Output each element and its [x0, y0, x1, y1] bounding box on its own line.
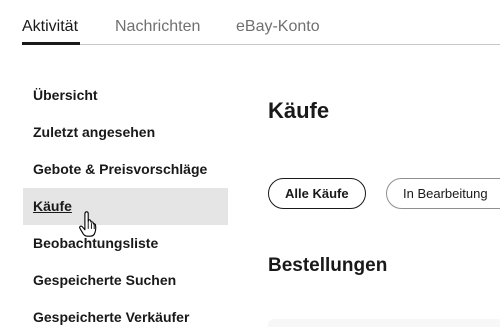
sidebar-item-label: Gespeicherte Suchen [33, 272, 177, 288]
sidebar-item-label: Übersicht [33, 87, 98, 103]
sidebar-item-zuletzt-angesehen[interactable]: Zuletzt angesehen [23, 114, 228, 151]
sidebar-item-gespeicherte-suchen[interactable]: Gespeicherte Suchen [23, 262, 228, 299]
sidebar-item-kaeufe[interactable]: Käufe [23, 188, 228, 225]
sidebar-item-uebersicht[interactable]: Übersicht [23, 77, 228, 114]
sidebar-item-label: Zuletzt angesehen [33, 124, 156, 140]
section-heading-bestellungen: Bestellungen [268, 255, 388, 276]
hand-pointer-icon [79, 211, 97, 237]
tab-ebay-konto[interactable]: eBay-Konto [236, 17, 320, 37]
tab-aktivitaet[interactable]: Aktivität [22, 17, 78, 37]
tab-nachrichten[interactable]: Nachrichten [115, 17, 200, 37]
sidebar-item-label: Käufe [33, 198, 72, 214]
sidebar-item-gebote[interactable]: Gebote & Preisvorschläge [23, 151, 228, 188]
sidebar-item-label: Gebote & Preisvorschläge [33, 161, 208, 177]
tab-divider [22, 44, 500, 45]
sidebar-item-label: Gespeicherte Verkäufer [33, 309, 190, 325]
filter-in-bearbeitung-button[interactable]: In Bearbeitung [386, 178, 500, 209]
active-tab-indicator [22, 42, 80, 45]
filter-alle-kaeufe-button[interactable]: Alle Käufe [268, 178, 366, 209]
top-tab-bar: Aktivität Nachrichten eBay-Konto [0, 0, 500, 45]
sidebar-item-gespeicherte-verkaeufer[interactable]: Gespeicherte Verkäufer [23, 299, 228, 336]
order-card [268, 319, 500, 327]
sidebar-item-beobachtungsliste[interactable]: Beobachtungsliste [23, 225, 228, 262]
page-title: Käufe [268, 98, 330, 123]
